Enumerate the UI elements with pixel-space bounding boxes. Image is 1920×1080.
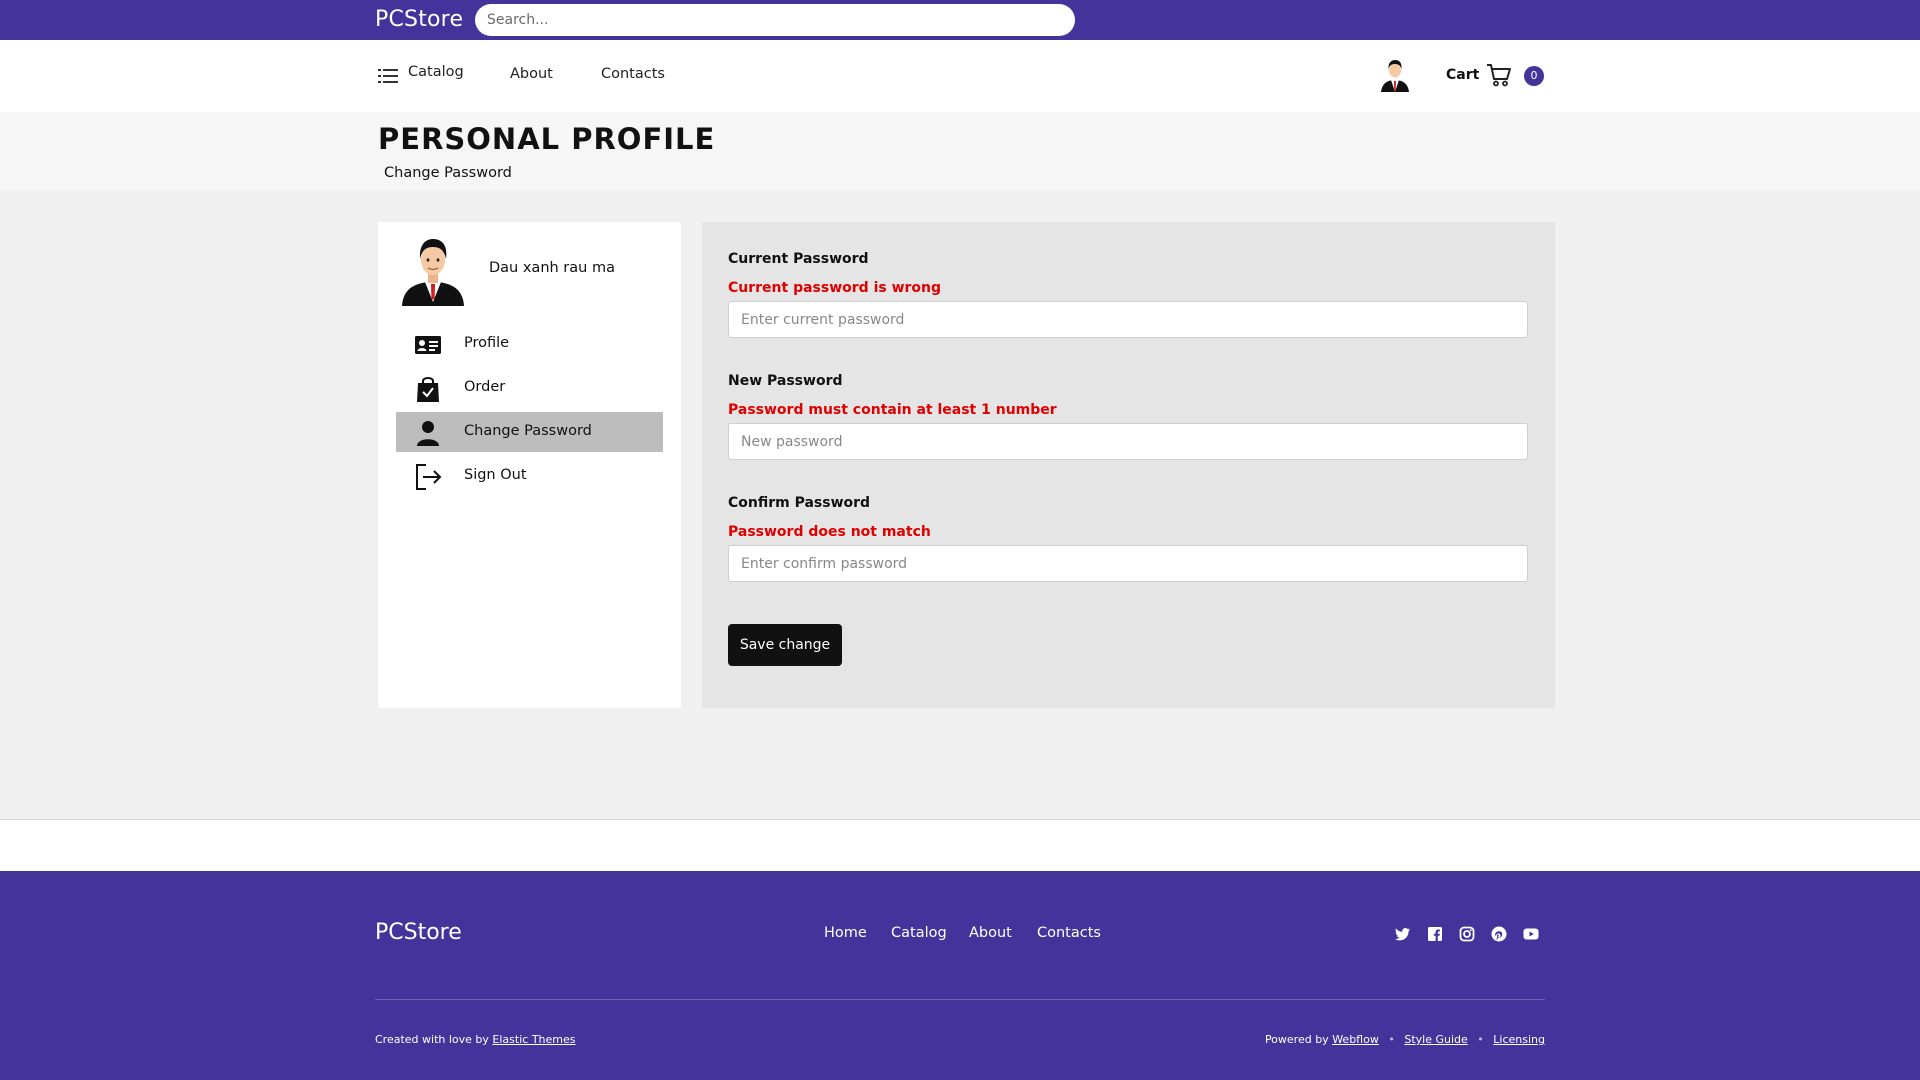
instagram-icon[interactable] bbox=[1459, 926, 1475, 942]
sign-out-icon bbox=[416, 464, 442, 490]
new-password-field[interactable] bbox=[728, 423, 1528, 460]
change-password-form: Current Password Current password is wro… bbox=[702, 222, 1555, 708]
user-icon bbox=[417, 421, 439, 446]
webflow-link[interactable]: Webflow bbox=[1332, 1033, 1379, 1046]
avatar[interactable] bbox=[1378, 58, 1412, 92]
sidebar-item-order[interactable]: Order bbox=[396, 368, 663, 408]
top-bar: PCStore bbox=[0, 0, 1920, 40]
separator-dot: • bbox=[1477, 1033, 1484, 1046]
brand-logo[interactable]: PCStore bbox=[375, 7, 463, 32]
footer-credit: Created with love by Elastic Themes bbox=[375, 1033, 576, 1046]
twitter-icon[interactable] bbox=[1395, 926, 1411, 942]
confirm-password-field[interactable] bbox=[728, 545, 1528, 582]
licensing-link[interactable]: Licensing bbox=[1493, 1033, 1545, 1046]
cart-count-badge: 0 bbox=[1524, 66, 1544, 86]
footer-divider bbox=[375, 999, 1545, 1000]
cart-icon[interactable] bbox=[1486, 63, 1512, 87]
main-nav: Catalog About Contacts Cart 0 bbox=[0, 40, 1920, 112]
separator-dot: • bbox=[1388, 1033, 1395, 1046]
page-header: PERSONAL PROFILE Change Password bbox=[0, 112, 1920, 190]
pinterest-icon[interactable] bbox=[1491, 926, 1507, 942]
profile-avatar bbox=[402, 239, 464, 306]
nav-catalog[interactable]: Catalog bbox=[408, 64, 464, 80]
id-card-icon bbox=[415, 336, 441, 354]
save-change-button[interactable]: Save change bbox=[728, 624, 842, 666]
footer: PCStore Home Catalog About Contacts Crea… bbox=[0, 871, 1920, 1080]
confirm-password-error: Password does not match bbox=[728, 524, 931, 540]
sidebar-item-label: Change Password bbox=[464, 423, 592, 439]
sidebar-item-label: Profile bbox=[464, 335, 510, 351]
profile-sidebar: Dau xanh rau ma Profile Order Change Pas… bbox=[378, 222, 681, 708]
footer-link-about[interactable]: About bbox=[969, 925, 1012, 941]
search-input[interactable] bbox=[475, 4, 1075, 36]
footer-spacer bbox=[0, 819, 1920, 871]
credit-prefix: Created with love by bbox=[375, 1033, 489, 1046]
current-password-label: Current Password bbox=[728, 251, 869, 267]
youtube-icon[interactable] bbox=[1523, 926, 1539, 942]
facebook-icon[interactable] bbox=[1427, 926, 1443, 942]
shopping-bag-icon bbox=[417, 377, 439, 402]
new-password-label: New Password bbox=[728, 373, 843, 389]
footer-powered: Powered by Webflow • Style Guide • Licen… bbox=[1265, 1033, 1545, 1046]
sidebar-item-sign-out[interactable]: Sign Out bbox=[396, 456, 663, 496]
current-password-error: Current password is wrong bbox=[728, 280, 942, 296]
footer-link-home[interactable]: Home bbox=[824, 925, 867, 941]
sidebar-item-profile[interactable]: Profile bbox=[396, 324, 663, 364]
current-password-field[interactable] bbox=[728, 301, 1528, 338]
breadcrumb: Change Password bbox=[384, 165, 512, 181]
footer-brand-logo[interactable]: PCStore bbox=[375, 920, 462, 945]
powered-prefix: Powered by bbox=[1264, 1033, 1329, 1046]
list-icon[interactable] bbox=[378, 69, 398, 83]
confirm-password-label: Confirm Password bbox=[728, 495, 871, 511]
footer-link-contacts[interactable]: Contacts bbox=[1037, 925, 1101, 941]
style-guide-link[interactable]: Style Guide bbox=[1404, 1033, 1467, 1046]
username: Dau xanh rau ma bbox=[489, 260, 615, 276]
nav-about[interactable]: About bbox=[510, 66, 553, 82]
sidebar-item-change-password[interactable]: Change Password bbox=[396, 412, 663, 452]
footer-link-catalog[interactable]: Catalog bbox=[891, 925, 947, 941]
nav-contacts[interactable]: Contacts bbox=[601, 66, 665, 82]
cart-label[interactable]: Cart bbox=[1446, 67, 1479, 83]
new-password-error: Password must contain at least 1 number bbox=[728, 402, 1057, 418]
sidebar-item-label: Order bbox=[464, 379, 506, 395]
page-title: PERSONAL PROFILE bbox=[378, 122, 716, 156]
sidebar-item-label: Sign Out bbox=[464, 467, 527, 483]
elastic-themes-link[interactable]: Elastic Themes bbox=[492, 1033, 575, 1046]
